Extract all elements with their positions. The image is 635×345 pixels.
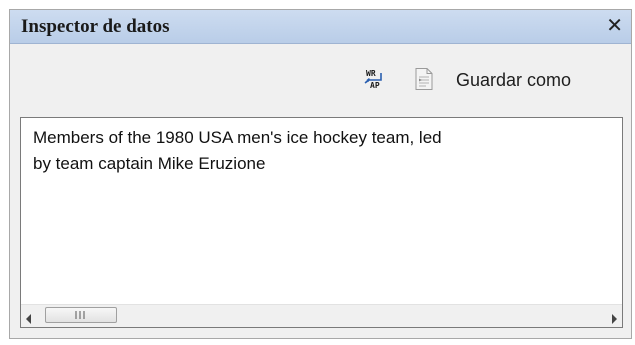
panel-title: Inspector de datos <box>21 16 170 37</box>
grip-icon <box>75 311 85 319</box>
word-wrap-icon[interactable]: WR AP <box>362 67 386 91</box>
svg-text:AP: AP <box>370 81 380 90</box>
data-text-area[interactable]: Members of the 1980 USA men's ice hockey… <box>20 117 623 328</box>
data-content-text: Members of the 1980 USA men's ice hockey… <box>33 128 442 173</box>
panel-titlebar: Inspector de datos ✕ <box>10 10 631 44</box>
close-icon[interactable]: ✕ <box>606 13 623 37</box>
document-icon[interactable] <box>412 67 436 91</box>
scrollbar-thumb[interactable] <box>45 307 117 323</box>
toolbar: WR AP Guardar como <box>10 44 631 108</box>
save-as-button[interactable]: Guardar como <box>456 70 571 91</box>
svg-text:WR: WR <box>366 69 376 78</box>
horizontal-scrollbar[interactable] <box>21 304 622 327</box>
arrow-left-icon[interactable] <box>25 311 33 329</box>
arrow-right-icon[interactable] <box>610 311 618 329</box>
data-inspector-panel: Inspector de datos ✕ WR AP Guardar como … <box>9 9 632 339</box>
